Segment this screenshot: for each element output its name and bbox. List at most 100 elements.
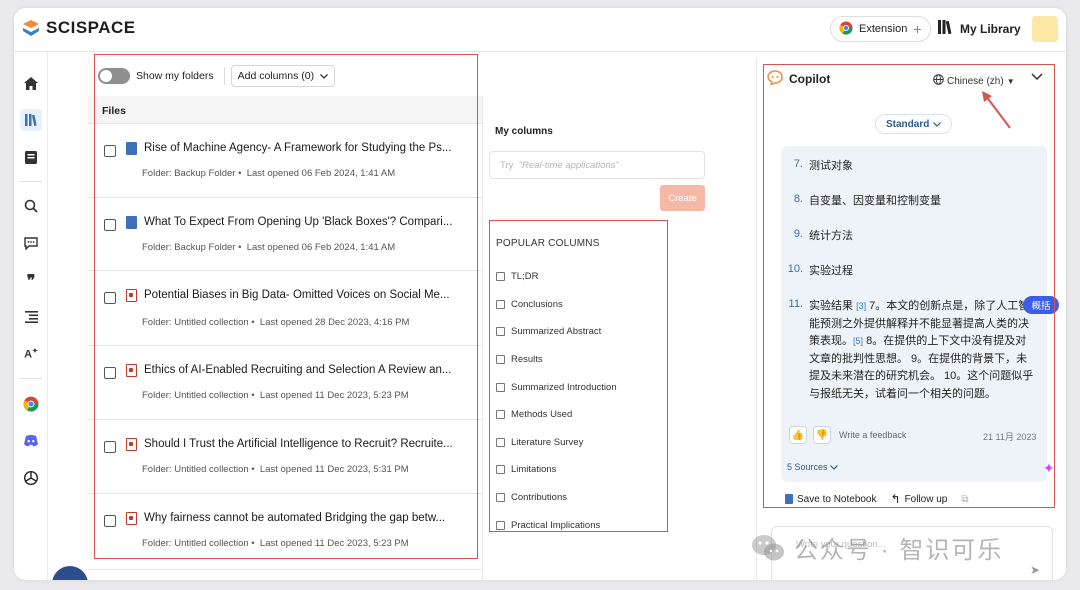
file-title[interactable]: Should I Trust the Artificial Intelligen… bbox=[144, 438, 470, 450]
popular-column-item[interactable]: Practical Implications bbox=[496, 520, 600, 531]
my-library-button[interactable]: My Library bbox=[938, 20, 1021, 37]
summary-badge[interactable]: 概括 bbox=[1023, 296, 1059, 314]
column-checkbox[interactable] bbox=[496, 493, 505, 502]
collapse-chevron-icon[interactable] bbox=[1031, 70, 1043, 84]
citation-link[interactable]: [5] bbox=[853, 336, 863, 346]
row-checkbox[interactable] bbox=[104, 515, 116, 527]
popular-column-item[interactable]: Summarized Abstract bbox=[496, 326, 601, 337]
openai-icon[interactable] bbox=[20, 467, 42, 489]
left-rail: ❞ A✦ bbox=[14, 52, 48, 580]
search-paper-icon[interactable] bbox=[20, 195, 42, 217]
item-text: 实验过程 bbox=[809, 265, 853, 277]
extension-button[interactable]: Extension + bbox=[830, 16, 931, 42]
notebook-icon[interactable] bbox=[20, 146, 42, 168]
brand-logo[interactable]: SCISPACE bbox=[22, 18, 136, 38]
popular-column-item[interactable]: Limitations bbox=[496, 464, 556, 475]
item-text: 实验结果 [3] 7。本文的创新点是，除了人工智能预测之外提供解释并不能显著提高… bbox=[809, 298, 1037, 403]
row-checkbox[interactable] bbox=[104, 367, 116, 379]
popular-columns: POPULAR COLUMNS TL;DR Conclusions Summar… bbox=[490, 226, 668, 538]
add-columns-label: Add columns (0) bbox=[237, 70, 315, 82]
popular-column-item[interactable]: Results bbox=[496, 354, 543, 365]
copy-icon[interactable]: ⧉ bbox=[961, 494, 968, 505]
column-checkbox[interactable] bbox=[496, 521, 505, 530]
save-to-notebook-button[interactable]: Save to Notebook bbox=[785, 494, 877, 505]
citation-link[interactable]: [3] bbox=[856, 301, 866, 311]
answer-list-item: 10. 实验过程 bbox=[781, 263, 1037, 281]
file-row[interactable]: Why fairness cannot be automated Bridgin… bbox=[88, 494, 482, 570]
column-checkbox[interactable] bbox=[496, 438, 505, 447]
row-checkbox[interactable] bbox=[104, 441, 116, 453]
reply-arrow-icon: ↰ bbox=[890, 492, 901, 506]
file-opened: Last opened 11 Dec 2023, 5:31 PM bbox=[259, 464, 409, 475]
chevron-down-icon bbox=[830, 462, 838, 472]
sources-toggle[interactable]: 5 Sources bbox=[787, 462, 838, 472]
file-row[interactable]: What To Expect From Opening Up 'Black Bo… bbox=[88, 198, 482, 271]
book-icon bbox=[126, 142, 137, 155]
file-opened: Last opened 06 Feb 2024, 1:41 AM bbox=[246, 168, 396, 179]
column-label: Limitations bbox=[511, 464, 557, 475]
folder-icon[interactable] bbox=[1032, 16, 1058, 42]
column-label: Methods Used bbox=[511, 409, 573, 420]
row-checkbox[interactable] bbox=[104, 292, 116, 304]
paraphrase-icon[interactable]: A✦ bbox=[20, 343, 42, 365]
feedback-link[interactable]: Write a feedback bbox=[839, 430, 906, 440]
item-number: 8. bbox=[793, 193, 803, 205]
file-row[interactable]: Ethics of AI-Enabled Recruiting and Sele… bbox=[88, 346, 482, 420]
pdf-icon bbox=[126, 289, 137, 302]
pdf-icon bbox=[126, 512, 137, 525]
quote-icon[interactable]: ❞ bbox=[20, 269, 42, 291]
file-row[interactable]: Potential Biases in Big Data- Omitted Vo… bbox=[88, 271, 482, 346]
mode-selector[interactable]: Standard bbox=[875, 114, 953, 134]
chevron-down-icon bbox=[933, 119, 942, 130]
chrome-icon[interactable] bbox=[20, 393, 42, 415]
popular-column-item[interactable]: Conclusions bbox=[496, 299, 563, 310]
popular-column-item[interactable]: TL;DR bbox=[496, 271, 538, 282]
popular-column-item[interactable]: Literature Survey bbox=[496, 437, 583, 448]
show-folders-label: Show my folders bbox=[136, 70, 214, 82]
column-checkbox[interactable] bbox=[496, 465, 505, 474]
column-checkbox[interactable] bbox=[496, 327, 505, 336]
globe-icon bbox=[933, 74, 944, 88]
create-button[interactable]: Create bbox=[660, 185, 705, 211]
home-icon[interactable] bbox=[20, 72, 42, 94]
file-row[interactable]: Should I Trust the Artificial Intelligen… bbox=[88, 420, 482, 494]
column-checkbox[interactable] bbox=[496, 300, 505, 309]
file-title[interactable]: What To Expect From Opening Up 'Black Bo… bbox=[144, 216, 470, 228]
popular-column-item[interactable]: Contributions bbox=[496, 492, 567, 503]
file-meta: Folder: Untitled collection • Last opene… bbox=[142, 464, 409, 475]
popular-column-item[interactable]: Summarized Introduction bbox=[496, 382, 617, 393]
column-label: Contributions bbox=[511, 492, 567, 503]
row-checkbox[interactable] bbox=[104, 219, 116, 231]
column-checkbox[interactable] bbox=[496, 272, 505, 281]
pdf-icon bbox=[126, 438, 137, 451]
thumbs-down-icon[interactable]: 👎 bbox=[813, 426, 831, 444]
file-title[interactable]: Why fairness cannot be automated Bridgin… bbox=[144, 512, 470, 524]
send-icon[interactable]: ➤ bbox=[1030, 563, 1040, 577]
language-selector[interactable]: Chinese (zh) ▼ bbox=[933, 74, 1015, 88]
file-title[interactable]: Potential Biases in Big Data- Omitted Vo… bbox=[144, 289, 470, 301]
file-title[interactable]: Ethics of AI-Enabled Recruiting and Sele… bbox=[144, 364, 470, 376]
popular-column-item[interactable]: Methods Used bbox=[496, 409, 572, 420]
column-name-input[interactable]: Try "Real-time applications" bbox=[489, 151, 705, 179]
chat-icon[interactable] bbox=[20, 232, 42, 254]
help-fab-button[interactable] bbox=[52, 566, 88, 580]
thumbs-up-icon[interactable]: 👍 bbox=[789, 426, 807, 444]
library-nav-icon[interactable] bbox=[20, 109, 42, 131]
file-folder: Folder: Untitled collection • bbox=[142, 390, 255, 401]
item-text: 测试对象 bbox=[809, 160, 853, 172]
column-checkbox[interactable] bbox=[496, 355, 505, 364]
show-folders-toggle[interactable] bbox=[98, 68, 130, 84]
follow-up-button[interactable]: ↰ Follow up bbox=[891, 492, 948, 506]
save-label: Save to Notebook bbox=[797, 493, 877, 505]
add-columns-dropdown[interactable]: Add columns (0) bbox=[230, 65, 336, 87]
file-title[interactable]: Rise of Machine Agency- A Framework for … bbox=[144, 142, 470, 154]
column-checkbox[interactable] bbox=[496, 383, 505, 392]
caret-down-icon: ▼ bbox=[1006, 76, 1015, 86]
discord-icon[interactable] bbox=[20, 430, 42, 452]
file-row[interactable]: Rise of Machine Agency- A Framework for … bbox=[88, 124, 482, 198]
watermark: 公众号 · 智识可乐 bbox=[750, 530, 1003, 565]
file-opened: Last opened 11 Dec 2023, 5:23 PM bbox=[259, 538, 409, 549]
outline-icon[interactable] bbox=[20, 306, 42, 328]
row-checkbox[interactable] bbox=[104, 145, 116, 157]
column-checkbox[interactable] bbox=[496, 410, 505, 419]
